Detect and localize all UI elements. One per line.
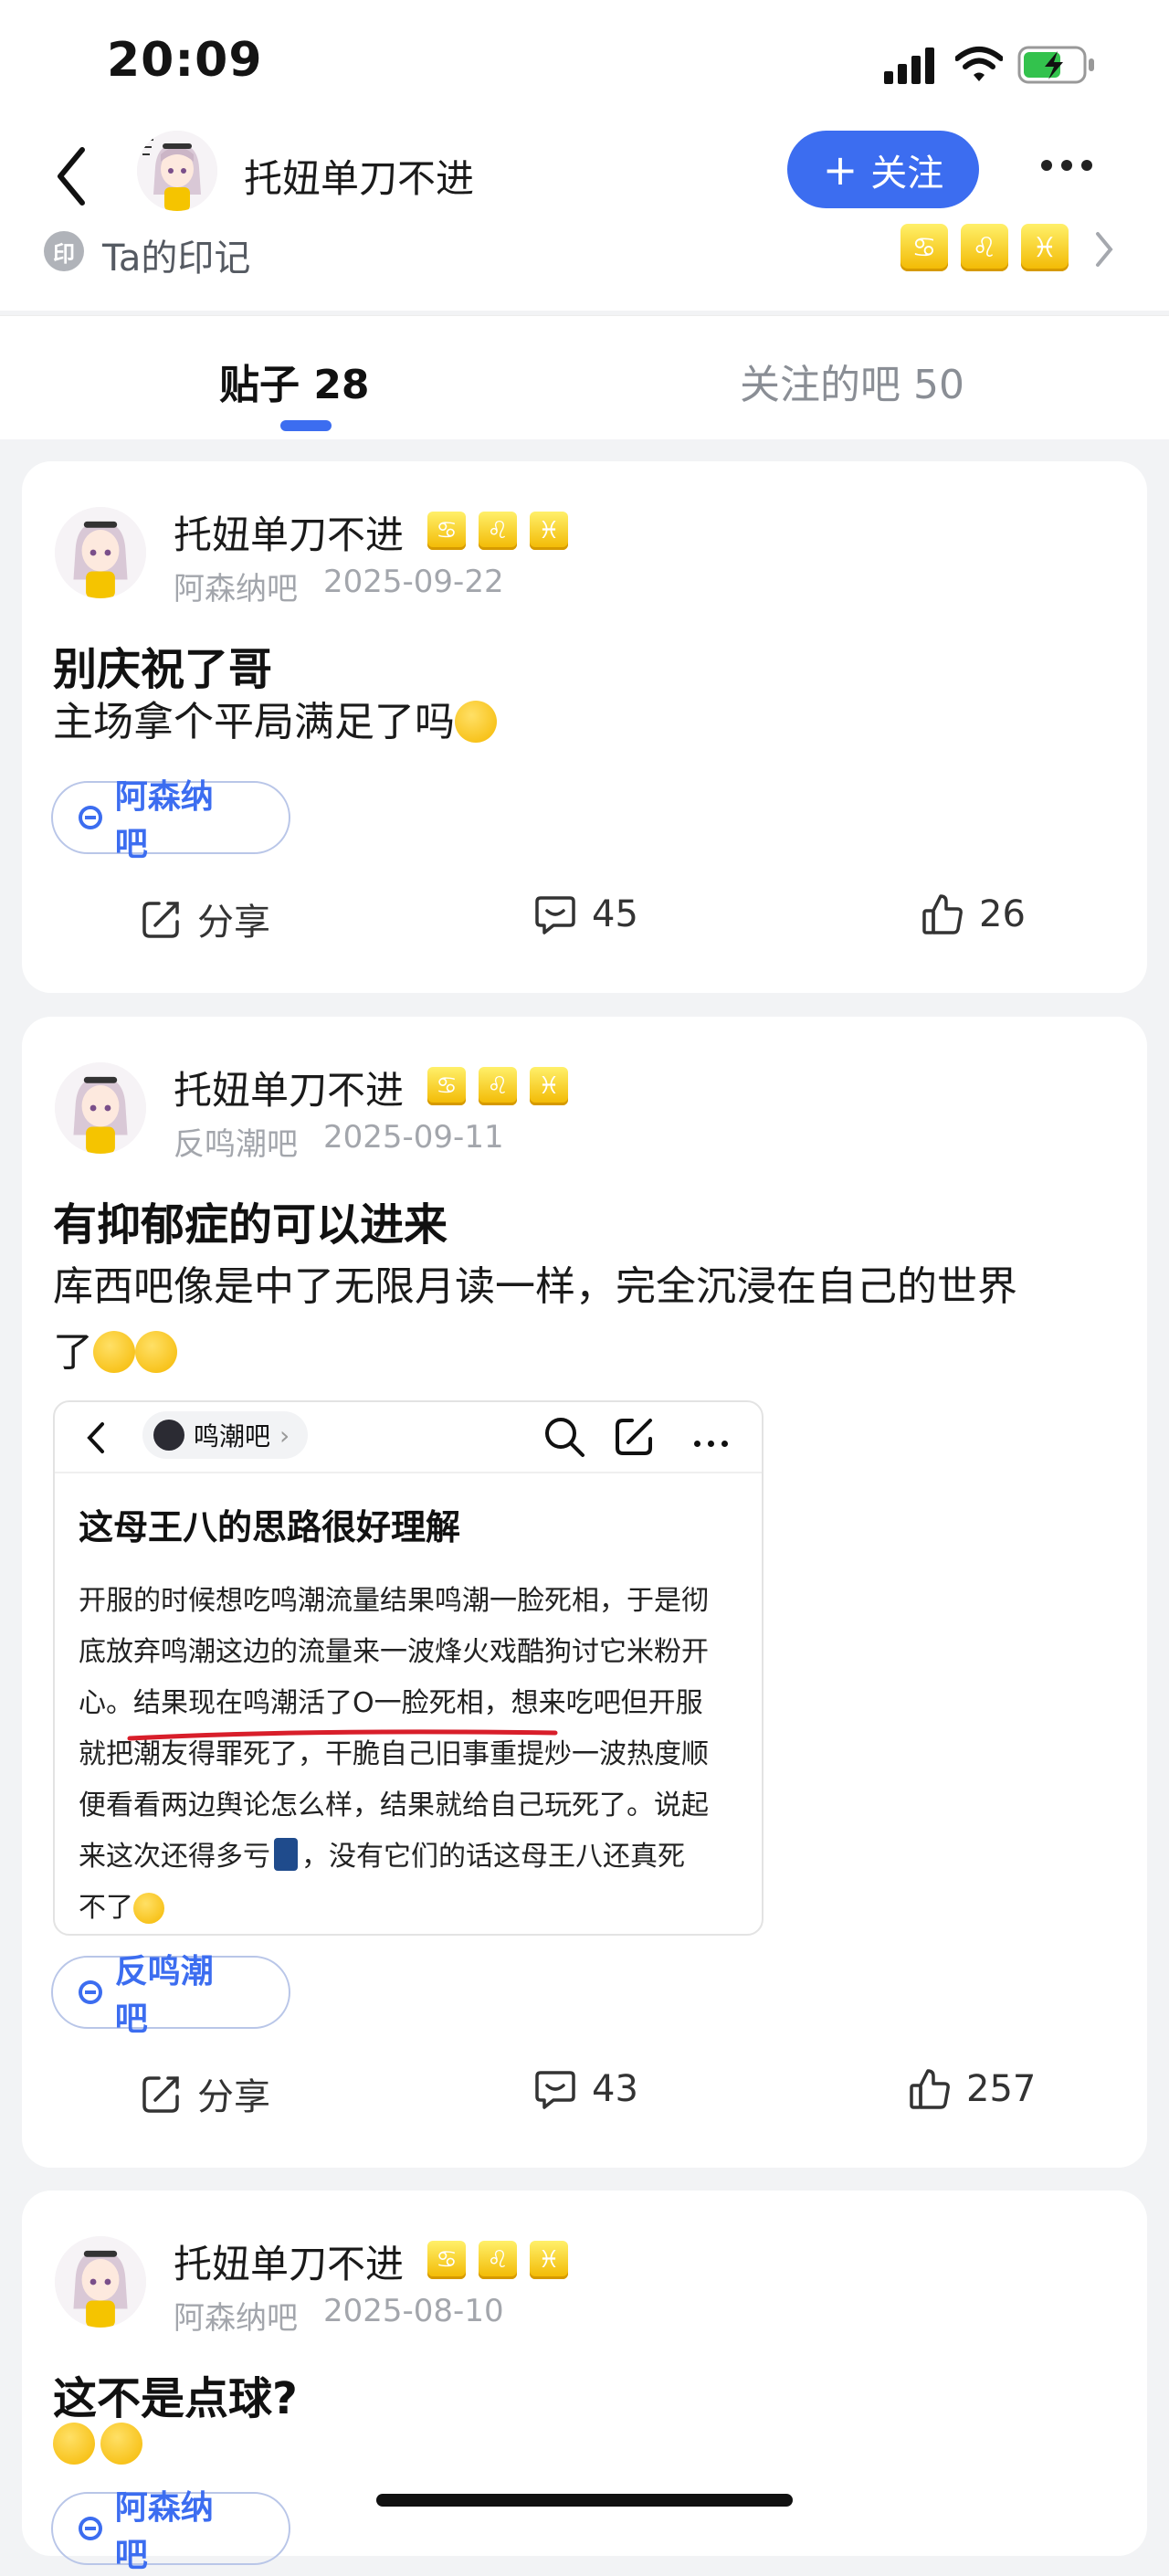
post-author-avatar[interactable]	[55, 2236, 146, 2328]
post-forum-name: 阿森纳吧	[174, 571, 298, 607]
hug-emoji-icon	[135, 1331, 177, 1373]
like-count: 257	[966, 2068, 1037, 2110]
more-options-icon[interactable]	[1041, 157, 1105, 185]
post-title: 这不是点球?	[53, 2373, 298, 2424]
more-options-icon	[694, 1433, 728, 1451]
plus-icon: +	[822, 144, 858, 195]
leo-zodiac-icon: ♌	[479, 512, 517, 550]
post-forum-name: 反鸣潮吧	[174, 1126, 298, 1163]
like-count: 26	[979, 893, 1026, 935]
like-button[interactable]: 257	[908, 2067, 1036, 2111]
embedded-forum-chip: 鸣潮吧 ›	[142, 1411, 309, 1459]
post-date: 2025-09-22	[323, 564, 504, 600]
post-card[interactable]: 托妞单刀不进 ♋ ♌ ♓ 阿森纳吧 2025-09-22 别庆祝了哥 主场拿个平…	[22, 461, 1147, 993]
status-time: 20:09	[107, 33, 263, 88]
post-body: 库西吧像是中了无限月读一样，完全沉浸在自己的世界 了	[53, 1263, 1017, 1376]
mark-label[interactable]: Ta的印记	[102, 228, 250, 281]
share-label: 分享	[197, 2076, 270, 2118]
embedded-nav-bar: 鸣潮吧 ›	[55, 1402, 762, 1473]
post-author-avatar[interactable]	[55, 1062, 146, 1154]
status-bar: 20:09	[0, 0, 1169, 128]
forum-tag-label: 阿森纳吧	[114, 2489, 214, 2574]
leo-zodiac-icon: ♌	[479, 2241, 517, 2279]
leo-zodiac-icon: ♌	[961, 224, 1008, 271]
follow-button[interactable]: + 关注	[787, 131, 979, 208]
pisces-zodiac-icon: ♓	[530, 1067, 568, 1105]
like-button[interactable]: 26	[921, 892, 1026, 936]
share-icon	[142, 2076, 179, 2113]
forum-tag-button[interactable]: 反鸣潮吧	[51, 1953, 290, 2038]
post-author-name[interactable]: 托妞单刀不进	[174, 2233, 404, 2289]
profile-tabs	[0, 315, 1169, 439]
back-arrow-icon[interactable]	[53, 144, 90, 208]
chevron-right-icon: ›	[279, 1420, 290, 1451]
post-author-name[interactable]: 托妞单刀不进	[174, 504, 404, 560]
follow-label: 关注	[870, 152, 944, 195]
forum-tag-label: 阿森纳吧	[114, 778, 214, 863]
comment-icon	[535, 2071, 575, 2109]
cellular-signal-icon	[884, 48, 934, 84]
wifi-icon	[955, 47, 1003, 81]
post-body: 主场拿个平局满足了吗	[53, 690, 497, 755]
forum-tag-button[interactable]: 阿森纳吧	[51, 2489, 290, 2574]
cancer-zodiac-icon: ♋	[900, 224, 948, 271]
pisces-zodiac-icon: ♓	[530, 2241, 568, 2279]
face-emoji-icon	[133, 1893, 164, 1924]
share-icon	[142, 902, 179, 938]
forum-icon	[79, 1980, 102, 2004]
post-image[interactable]: 鸣潮吧 › 这母王八的思路很好理解 开服的时候想吃鸣潮流量结果鸣潮一脸死相，于是…	[53, 1400, 764, 1936]
share-icon	[616, 1419, 652, 1455]
active-tab-indicator	[280, 420, 332, 431]
post-title: 别庆祝了哥	[53, 644, 273, 695]
chevron-right-icon[interactable]	[1092, 228, 1116, 270]
battery-charging-icon	[1017, 46, 1094, 84]
forum-tag-label: 反鸣潮吧	[114, 1953, 214, 2038]
cancer-zodiac-icon: ♋	[427, 512, 466, 550]
embedded-forum-name: 鸣潮吧	[194, 1421, 271, 1452]
forum-icon	[79, 806, 102, 829]
smile-emoji-icon	[53, 2423, 95, 2465]
pisces-zodiac-icon: ♓	[530, 512, 568, 550]
post-date: 2025-08-10	[323, 2293, 504, 2329]
leo-zodiac-icon: ♌	[479, 1067, 517, 1105]
forum-icon	[79, 2517, 102, 2540]
share-label: 分享	[197, 902, 270, 944]
post-date: 2025-09-11	[323, 1119, 504, 1156]
comment-count: 43	[592, 2068, 638, 2110]
comment-icon	[535, 896, 575, 934]
comment-button[interactable]: 43	[533, 2067, 638, 2111]
cancer-zodiac-icon: ♋	[427, 1067, 466, 1105]
user-avatar[interactable]	[137, 131, 217, 211]
post-author-avatar[interactable]	[55, 507, 146, 598]
back-arrow-icon	[87, 1422, 104, 1453]
search-icon	[545, 1418, 584, 1457]
embedded-body: 开服的时候想吃鸣潮流量结果鸣潮一脸死相，于是彻 底放弃鸣潮这边的流量来一波烽火戏…	[79, 1585, 709, 1924]
post-author-name[interactable]: 托妞单刀不进	[174, 1060, 404, 1115]
embedded-title: 这母王八的思路很好理解	[79, 1507, 461, 1547]
thinking-face-emoji-icon	[455, 701, 497, 743]
post-title: 有抑郁症的可以进来	[53, 1199, 448, 1251]
tab-posts[interactable]: 贴子 28	[219, 352, 370, 410]
mark-badge-icon: 印	[44, 231, 84, 271]
hug-emoji-icon	[93, 1331, 135, 1373]
pisces-zodiac-icon: ♓	[1021, 224, 1069, 271]
tab-followed-forums[interactable]: 关注的吧 50	[740, 352, 964, 410]
post-forum-name: 阿森纳吧	[174, 2300, 298, 2337]
share-button[interactable]: 分享	[141, 892, 270, 945]
comment-button[interactable]: 45	[533, 892, 638, 936]
post-body	[53, 2423, 142, 2465]
home-indicator[interactable]	[376, 2494, 793, 2507]
profile-username: 托妞单刀不进	[244, 156, 475, 201]
forum-tag-button[interactable]: 阿森纳吧	[51, 778, 290, 863]
thumbs-up-icon	[910, 2069, 950, 2109]
smile-emoji-icon	[100, 2423, 142, 2465]
forum-avatar	[153, 1420, 184, 1451]
thread-spool-emoji-icon	[274, 1838, 298, 1871]
share-button[interactable]: 分享	[141, 2067, 270, 2120]
cancer-zodiac-icon: ♋	[427, 2241, 466, 2279]
red-underline-annotation	[127, 1729, 558, 1741]
comment-count: 45	[592, 893, 638, 935]
thumbs-up-icon	[922, 894, 963, 934]
